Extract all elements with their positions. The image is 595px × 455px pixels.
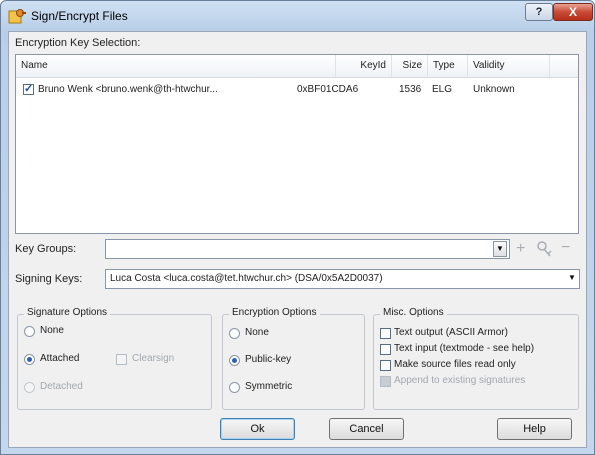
help-title-button[interactable]: ?	[525, 3, 553, 21]
help-button[interactable]: Help	[497, 418, 572, 440]
close-button[interactable]: X	[553, 3, 593, 21]
signature-detached-label: Detached	[40, 381, 83, 392]
sign-encrypt-dialog: Sign/Encrypt Files ? X Encryption Key Se…	[0, 0, 595, 455]
read-only-label: Make source files read only	[394, 359, 516, 370]
text-input-label: Text input (textmode - see help)	[394, 343, 535, 354]
text-output-checkbox[interactable]	[380, 328, 391, 339]
misc-options-title: Misc. Options	[380, 307, 447, 318]
read-only-checkbox[interactable]	[380, 360, 391, 371]
key-groups-combo[interactable]	[105, 239, 510, 259]
encryption-none-radio[interactable]	[229, 328, 240, 339]
window-title: Sign/Encrypt Files	[31, 9, 128, 23]
encryption-options-title: Encryption Options	[229, 307, 320, 318]
encryption-key-selection-label: Encryption Key Selection:	[15, 37, 141, 49]
key-icon[interactable]	[535, 239, 557, 259]
clearsign-label: Clearsign	[132, 353, 175, 364]
key-groups-label: Key Groups:	[15, 243, 77, 255]
plus-icon[interactable]: +	[516, 241, 525, 257]
key-validity-cell: Unknown	[473, 84, 515, 95]
column-header-type[interactable]: Type	[428, 55, 468, 77]
encryption-public-key-label: Public-key	[245, 354, 292, 365]
encryption-none-label: None	[245, 327, 269, 338]
column-header-name[interactable]: Name	[16, 55, 336, 77]
key-groups-dropdown-button[interactable]: ▼	[493, 241, 507, 257]
signature-attached-radio[interactable]	[24, 354, 35, 365]
encryption-options-group: Encryption Options None Public-key Symme…	[222, 307, 365, 410]
key-id-cell: 0xBF01CDA6	[297, 84, 359, 95]
key-size-cell: 1536	[399, 84, 422, 95]
signature-attached-label: Attached	[40, 353, 80, 364]
signature-options-group: Signature Options None Attached Clearsig…	[17, 307, 212, 410]
dialog-client-area: Encryption Key Selection: Name KeyId Siz…	[8, 31, 587, 448]
key-list-header: Name KeyId Size Type Validity	[16, 55, 578, 78]
signing-keys-label: Signing Keys:	[15, 273, 83, 285]
misc-options-group: Misc. Options Text output (ASCII Armor) …	[373, 307, 579, 410]
signature-none-label: None	[40, 325, 64, 336]
title-bar[interactable]: Sign/Encrypt Files ? X	[1, 1, 594, 31]
signing-keys-combo[interactable]: Luca Costa <luca.costa@tet.htwchur.ch> (…	[105, 269, 580, 289]
signature-detached-radio[interactable]	[24, 382, 35, 393]
key-row-checkbox[interactable]	[23, 82, 34, 95]
minus-icon[interactable]: −	[561, 240, 570, 256]
text-input-checkbox[interactable]	[380, 344, 391, 355]
key-name-cell: Bruno Wenk <bruno.wenk@th-htwchur...	[38, 84, 218, 95]
key-row[interactable]: Bruno Wenk <bruno.wenk@th-htwchur... 0xB…	[16, 81, 578, 99]
column-header-keyid[interactable]: KeyId	[336, 55, 392, 77]
encryption-symmetric-radio[interactable]	[229, 382, 240, 393]
signing-keys-dropdown-button[interactable]: ▼	[565, 271, 579, 287]
encryption-symmetric-label: Symmetric	[245, 381, 293, 392]
signature-options-title: Signature Options	[24, 307, 111, 318]
key-list[interactable]: Name KeyId Size Type Validity Bruno Wenk…	[15, 54, 579, 234]
append-signatures-checkbox[interactable]	[380, 376, 391, 387]
column-header-validity[interactable]: Validity	[468, 55, 550, 77]
clearsign-checkbox[interactable]	[116, 354, 127, 365]
append-signatures-label: Append to existing signatures	[394, 375, 526, 386]
sign-encrypt-app-icon	[8, 9, 26, 24]
ok-button[interactable]: Ok	[220, 418, 295, 440]
cancel-button[interactable]: Cancel	[329, 418, 404, 440]
key-type-cell: ELG	[432, 84, 453, 95]
signature-none-radio[interactable]	[24, 326, 35, 337]
encryption-public-key-radio[interactable]	[229, 355, 240, 366]
column-header-size[interactable]: Size	[392, 55, 428, 77]
text-output-label: Text output (ASCII Armor)	[394, 327, 508, 338]
